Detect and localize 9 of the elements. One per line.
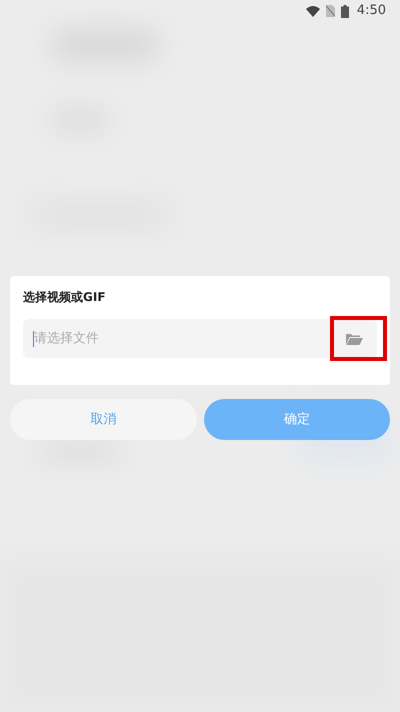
highlight-frame (330, 316, 387, 361)
wifi-icon (306, 6, 320, 16)
dialog-title: 选择视频或GIF (23, 289, 107, 305)
confirm-button[interactable]: 确定 (204, 399, 390, 440)
file-input-field[interactable]: 请选择文件 (23, 319, 377, 358)
cancel-button[interactable]: 取消 (10, 399, 196, 440)
folder-icon (346, 332, 362, 344)
placeholder-text: 请选择文件 (34, 330, 100, 348)
status-time: 4:50 (356, 2, 386, 20)
